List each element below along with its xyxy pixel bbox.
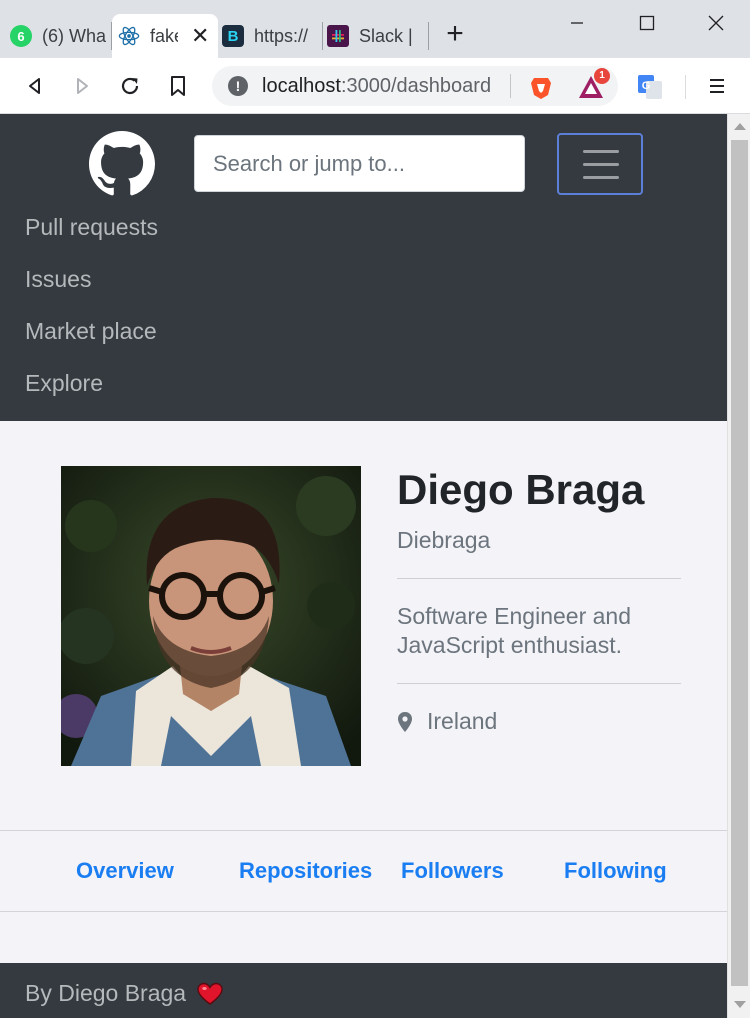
whatsapp-icon: 6 [10, 25, 32, 47]
nav-item-market-place[interactable]: Market place [25, 314, 158, 366]
page-scrollbar[interactable] [727, 114, 750, 1018]
heart-icon [197, 982, 223, 1005]
scroll-down-icon[interactable] [734, 1001, 746, 1008]
tab-following[interactable]: Following [564, 858, 667, 884]
address-bar[interactable]: ! localhost:3000/dashboard [212, 66, 618, 106]
nav-item-pull-requests[interactable]: Pull requests [25, 210, 158, 262]
toolbar-divider [685, 75, 686, 99]
location-text: Ireland [427, 708, 498, 734]
bonsai-icon: B [222, 25, 244, 47]
browser-tab-strip: 6 (6) Wha fake ✕ B https:// [0, 0, 750, 58]
github-logo-icon[interactable] [89, 131, 155, 197]
navbar-toggle-button[interactable] [557, 133, 643, 195]
slack-icon [327, 25, 349, 47]
url-text[interactable]: localhost:3000/dashboard [262, 75, 491, 98]
brave-rewards-icon[interactable]: 1 [578, 68, 610, 100]
divider [397, 683, 681, 684]
tab-title: https:// [254, 25, 309, 46]
brave-shield-icon[interactable] [528, 74, 554, 100]
tabs-top-divider [0, 830, 727, 831]
maximize-window-button[interactable] [627, 8, 667, 38]
page-viewport: Pull requests Issues Market place Explor… [0, 114, 727, 1018]
tab-divider [322, 22, 323, 50]
translate-icon[interactable]: G [637, 74, 663, 100]
browser-tab-bonsai[interactable]: B https:// [222, 14, 322, 58]
nav-item-explore[interactable]: Explore [25, 366, 158, 418]
browser-tab-whatsapp[interactable]: 6 (6) Wha [10, 14, 110, 58]
hamburger-line [583, 150, 619, 153]
tab-repositories[interactable]: Repositories [239, 858, 372, 884]
profile-bio: Software Engineer and JavaScript enthusi… [397, 603, 631, 658]
omnibox-divider [510, 74, 511, 98]
hamburger-line [583, 163, 619, 166]
profile-location: Ireland [397, 708, 497, 735]
tab-title: fake [150, 25, 178, 46]
tab-title: Slack | [359, 25, 413, 46]
profile-username: Diebraga [397, 527, 491, 553]
forward-button[interactable] [68, 72, 96, 100]
browser-toolbar: ! localhost:3000/dashboard 1 G [0, 58, 750, 114]
back-button[interactable] [21, 72, 49, 100]
footer-credit: By Diego Braga [25, 980, 224, 1007]
bookmark-icon[interactable] [164, 72, 192, 100]
header-nav: Pull requests Issues Market place Explor… [25, 210, 158, 418]
tab-followers[interactable]: Followers [401, 858, 504, 884]
scrollbar-thumb[interactable] [731, 140, 748, 986]
site-footer: By Diego Braga [0, 963, 727, 1018]
scroll-up-icon[interactable] [734, 123, 746, 130]
close-window-button[interactable] [696, 8, 736, 38]
close-tab-icon[interactable]: ✕ [191, 25, 209, 47]
tab-title: (6) Wha [42, 25, 107, 46]
divider [397, 578, 681, 579]
hamburger-line [583, 176, 619, 179]
browser-tab-slack[interactable]: Slack | [327, 14, 427, 58]
footer-text: By Diego Braga [25, 980, 187, 1006]
browser-menu-icon[interactable] [703, 72, 731, 100]
search-input[interactable] [194, 135, 525, 192]
minimize-window-button[interactable] [557, 8, 597, 38]
tab-overview[interactable]: Overview [76, 858, 174, 884]
new-tab-button[interactable]: + [440, 19, 470, 50]
nav-item-issues[interactable]: Issues [25, 262, 158, 314]
profile-name: Diego Braga [397, 466, 645, 513]
tab-divider [428, 22, 429, 50]
react-icon [118, 25, 140, 47]
site-header: Pull requests Issues Market place Explor… [0, 114, 727, 421]
tabs-bottom-divider [0, 911, 727, 912]
svg-text:G: G [642, 80, 651, 92]
profile-avatar [61, 466, 361, 766]
site-info-icon[interactable]: ! [228, 76, 248, 96]
rewards-badge: 1 [594, 68, 610, 84]
reload-button[interactable] [116, 72, 144, 100]
location-pin-icon [398, 711, 412, 732]
